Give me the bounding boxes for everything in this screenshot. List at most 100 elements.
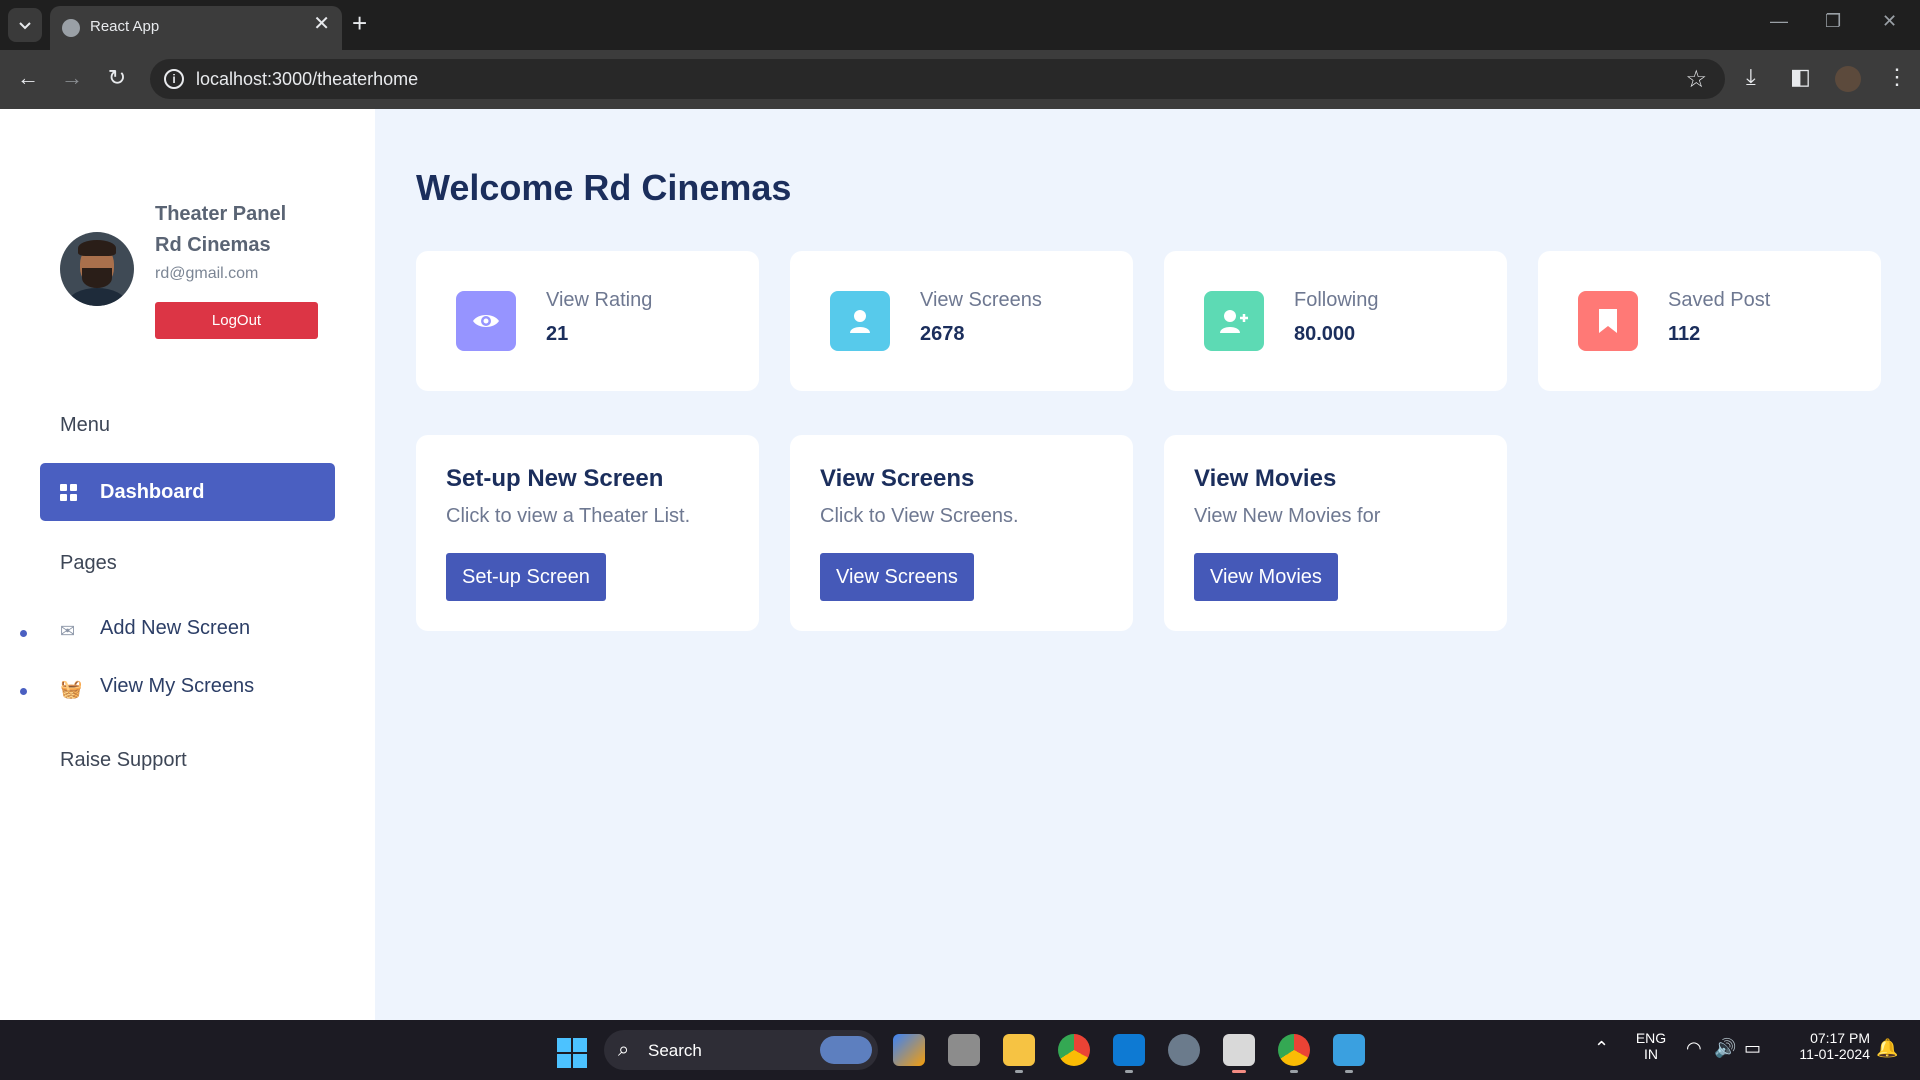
browser-toolbar: ← → ↻ i localhost:3000/theaterhome ☆ ⤓ ◧… bbox=[0, 50, 1920, 109]
view-movies-button[interactable]: View Movies bbox=[1194, 553, 1338, 601]
close-window-icon[interactable]: ✕ bbox=[1882, 12, 1897, 30]
panel-title: Theater Panel bbox=[155, 203, 287, 225]
sidebar-item-label: Add New Screen bbox=[100, 617, 251, 639]
card-title: View Movies bbox=[1194, 465, 1337, 492]
search-highlight-icon bbox=[820, 1036, 872, 1064]
taskbar: ⌕ Search ⌃ ENG IN ◠ 🔊 ▭ 07:17 PM 11-01-2… bbox=[0, 1020, 1920, 1080]
notepad-icon[interactable] bbox=[1333, 1034, 1365, 1066]
card-title: View Screens bbox=[820, 465, 975, 492]
bullet bbox=[20, 688, 27, 695]
page-title: Welcome Rd Cinemas bbox=[416, 167, 792, 208]
stat-label: Saved Post bbox=[1668, 289, 1771, 311]
side-panel-icon[interactable]: ◧ bbox=[1790, 64, 1811, 90]
notification-bell-icon[interactable]: 🔔 bbox=[1876, 1038, 1898, 1059]
info-icon[interactable]: i bbox=[164, 69, 184, 89]
stat-value: 80.000 bbox=[1294, 323, 1356, 345]
star-icon[interactable]: ☆ bbox=[1685, 65, 1707, 94]
language-label: ENG bbox=[1635, 1030, 1667, 1046]
taskbar-search[interactable]: ⌕ Search bbox=[604, 1030, 878, 1070]
file-explorer-icon[interactable] bbox=[1003, 1034, 1035, 1066]
download-icon[interactable]: ⤓ bbox=[1746, 64, 1756, 90]
address-bar[interactable]: i localhost:3000/theaterhome ☆ bbox=[150, 59, 1725, 99]
reload-icon[interactable]: ↻ bbox=[103, 64, 131, 92]
task-view-icon[interactable] bbox=[948, 1034, 980, 1066]
search-icon: ⌕ bbox=[618, 1039, 630, 1061]
action-card-view-movies: View Movies View New Movies for View Mov… bbox=[1164, 435, 1507, 631]
card-description: View New Movies for bbox=[1194, 505, 1381, 527]
logout-button[interactable]: LogOut bbox=[155, 302, 318, 339]
dashboard-label: Dashboard bbox=[100, 481, 205, 503]
minimize-icon[interactable]: — bbox=[1770, 12, 1788, 30]
sidebar-item-view-my-screens[interactable]: 🧺 View My Screens bbox=[0, 667, 375, 707]
chevron-up-icon[interactable]: ⌃ bbox=[1594, 1038, 1609, 1059]
active-indicator bbox=[1232, 1070, 1246, 1073]
main-content: Welcome Rd Cinemas View Rating 21 View S… bbox=[375, 109, 1920, 1020]
time-label: 07:17 PM bbox=[1810, 1030, 1870, 1046]
sidebar-item-raise-support[interactable]: Raise Support bbox=[60, 749, 187, 772]
profile-info: Theater Panel Rd Cinemas bbox=[155, 199, 286, 261]
card-title: Set-up New Screen bbox=[446, 465, 664, 492]
chrome-profile-icon[interactable] bbox=[1278, 1034, 1310, 1066]
setup-screen-button[interactable]: Set-up Screen bbox=[446, 553, 606, 601]
basket-icon: 🧺 bbox=[60, 679, 83, 699]
action-card-view-screens: View Screens Click to View Screens. View… bbox=[790, 435, 1133, 631]
card-description: Click to View Screens. bbox=[820, 505, 1019, 527]
stat-card-view-screens[interactable]: View Screens 2678 bbox=[790, 251, 1133, 391]
eye-icon bbox=[456, 291, 516, 351]
region-label: IN bbox=[1644, 1046, 1658, 1062]
sidebar-item-dashboard[interactable]: Dashboard bbox=[40, 463, 335, 521]
stat-label: Following bbox=[1294, 289, 1379, 311]
battery-icon[interactable]: ▭ bbox=[1744, 1038, 1761, 1059]
running-indicator bbox=[1345, 1070, 1353, 1073]
chevron-down-icon bbox=[19, 22, 31, 30]
running-indicator bbox=[1125, 1070, 1133, 1073]
stat-value: 2678 bbox=[920, 323, 965, 345]
wifi-icon[interactable]: ◠ bbox=[1686, 1038, 1702, 1059]
stat-card-saved-post[interactable]: Saved Post 112 bbox=[1538, 251, 1881, 391]
stat-card-view-rating[interactable]: View Rating 21 bbox=[416, 251, 759, 391]
more-menu-icon[interactable]: ⋮ bbox=[1886, 64, 1908, 90]
grid-icon bbox=[60, 484, 78, 502]
pages-heading: Pages bbox=[60, 552, 117, 574]
theater-name: Rd Cinemas bbox=[155, 234, 271, 256]
snipping-tool-icon[interactable] bbox=[1223, 1034, 1255, 1066]
search-label: Search bbox=[648, 1041, 702, 1060]
url-text[interactable]: localhost:3000/theaterhome bbox=[196, 69, 418, 90]
chrome-icon[interactable] bbox=[1058, 1034, 1090, 1066]
settings-icon[interactable] bbox=[1168, 1034, 1200, 1066]
user-icon bbox=[830, 291, 890, 351]
volume-icon[interactable]: 🔊 bbox=[1714, 1038, 1736, 1059]
user-plus-icon bbox=[1204, 291, 1264, 351]
sidebar-item-add-new-screen[interactable]: ✉ Add New Screen bbox=[0, 609, 375, 649]
new-tab-button[interactable]: + bbox=[352, 10, 367, 36]
stat-label: View Rating bbox=[546, 289, 653, 311]
running-indicator bbox=[1290, 1070, 1298, 1073]
envelope-icon: ✉ bbox=[60, 621, 76, 641]
tab-search-button[interactable] bbox=[8, 8, 42, 42]
clock[interactable]: 07:17 PM 11-01-2024 bbox=[1780, 1030, 1870, 1062]
date-label: 11-01-2024 bbox=[1799, 1046, 1870, 1062]
vscode-icon[interactable] bbox=[1113, 1034, 1145, 1066]
back-icon[interactable]: ← bbox=[14, 64, 42, 92]
globe-icon bbox=[62, 19, 80, 37]
stat-card-following[interactable]: Following 80.000 bbox=[1164, 251, 1507, 391]
menu-heading: Menu bbox=[60, 414, 111, 436]
tab-close-icon[interactable]: ✕ bbox=[313, 14, 330, 34]
forward-icon[interactable]: → bbox=[58, 64, 86, 92]
sidebar: Theater Panel Rd Cinemas rd@gmail.com Lo… bbox=[0, 109, 375, 1020]
page: Theater Panel Rd Cinemas rd@gmail.com Lo… bbox=[0, 109, 1920, 1020]
language-indicator[interactable]: ENG IN bbox=[1633, 1030, 1669, 1062]
browser-tab[interactable]: React App ✕ bbox=[50, 6, 342, 50]
restore-icon[interactable]: ❐ bbox=[1825, 12, 1841, 30]
running-indicator bbox=[1015, 1070, 1023, 1073]
tab-title: React App bbox=[90, 18, 160, 35]
card-description: Click to view a Theater List. bbox=[446, 505, 691, 527]
view-screens-button[interactable]: View Screens bbox=[820, 553, 974, 601]
copilot-icon[interactable] bbox=[893, 1034, 925, 1066]
stat-label: View Screens bbox=[920, 289, 1042, 311]
avatar bbox=[60, 232, 134, 306]
profile-avatar-icon[interactable] bbox=[1835, 66, 1861, 92]
browser-tabbar: React App ✕ + — ❐ ✕ bbox=[0, 0, 1920, 50]
action-card-setup-screen: Set-up New Screen Click to view a Theate… bbox=[416, 435, 759, 631]
windows-start-icon[interactable] bbox=[557, 1038, 587, 1068]
